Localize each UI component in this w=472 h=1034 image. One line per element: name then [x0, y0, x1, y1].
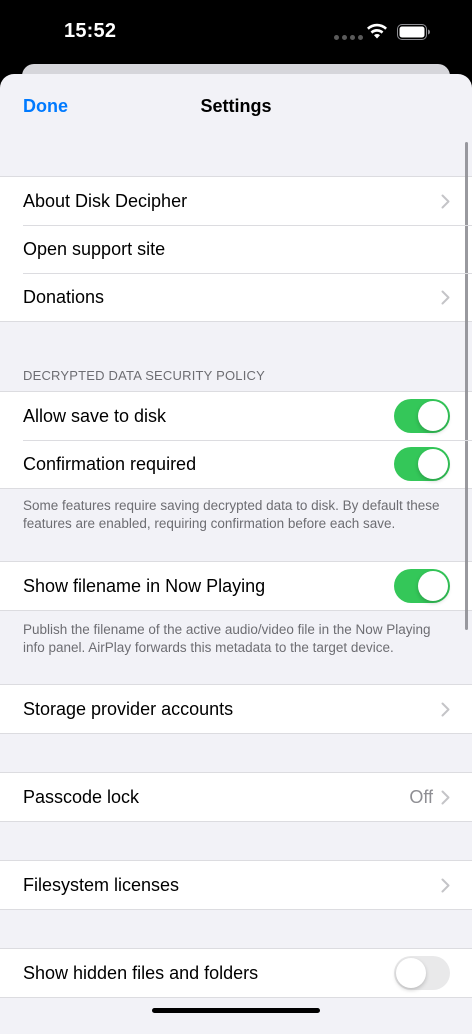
- about-label: About Disk Decipher: [23, 190, 188, 211]
- now-playing-toggle[interactable]: [394, 569, 450, 603]
- now-playing-row: Show filename in Now Playing: [0, 562, 472, 610]
- security-section-header: DECRYPTED DATA SECURITY POLICY: [23, 368, 265, 383]
- licenses-row[interactable]: Filesystem licenses: [0, 861, 472, 909]
- allow-save-toggle[interactable]: [394, 399, 450, 433]
- now-playing-label: Show filename in Now Playing: [23, 575, 266, 596]
- passcode-row[interactable]: Passcode lock Off: [0, 773, 472, 821]
- hidden-files-toggle[interactable]: [394, 956, 450, 990]
- hidden-files-row: Show hidden files and folders: [0, 949, 472, 997]
- confirmation-toggle[interactable]: [394, 447, 450, 481]
- chevron-right-icon: [441, 878, 450, 892]
- storage-row[interactable]: Storage provider accounts: [0, 685, 472, 733]
- passcode-value: Off: [409, 786, 433, 807]
- licenses-label: Filesystem licenses: [23, 874, 180, 895]
- donations-row[interactable]: Donations: [0, 273, 472, 321]
- storage-group: Storage provider accounts: [0, 684, 472, 734]
- hidden-files-group: Show hidden files and folders: [0, 948, 472, 998]
- donations-label: Donations: [23, 286, 105, 307]
- nav-bar: Done Settings: [0, 74, 472, 140]
- wifi-icon: [367, 23, 387, 39]
- support-row[interactable]: Open support site: [0, 225, 472, 273]
- status-bar: 15:52: [0, 0, 472, 64]
- chevron-right-icon: [441, 290, 450, 304]
- now-playing-footer: Publish the filename of the active audio…: [23, 622, 431, 655]
- passcode-group: Passcode lock Off: [0, 772, 472, 822]
- cellular-signal-icon: [334, 35, 363, 40]
- allow-save-label: Allow save to disk: [23, 405, 167, 426]
- confirmation-label: Confirmation required: [23, 453, 197, 474]
- chevron-right-icon: [441, 194, 450, 208]
- support-label: Open support site: [23, 238, 166, 259]
- settings-sheet: Done Settings About Disk Decipher Open s…: [0, 74, 472, 1034]
- home-indicator: [152, 1008, 320, 1013]
- licenses-group: Filesystem licenses: [0, 860, 472, 910]
- allow-save-row: Allow save to disk: [0, 392, 472, 440]
- about-row[interactable]: About Disk Decipher: [0, 177, 472, 225]
- now-playing-group: Show filename in Now Playing: [0, 561, 472, 611]
- info-group: About Disk Decipher Open support site Do…: [0, 176, 472, 322]
- chevron-right-icon: [441, 702, 450, 716]
- page-title: Settings: [200, 96, 272, 116]
- battery-icon: [397, 24, 430, 40]
- confirmation-row: Confirmation required: [0, 440, 472, 488]
- passcode-label: Passcode lock: [23, 786, 140, 807]
- chevron-right-icon: [441, 790, 450, 804]
- status-time: 15:52: [64, 20, 117, 42]
- storage-label: Storage provider accounts: [23, 698, 234, 719]
- hidden-files-label: Show hidden files and folders: [23, 962, 259, 983]
- security-section-footer: Some features require saving decrypted d…: [23, 498, 440, 531]
- security-group: Allow save to disk Confirmation required: [0, 391, 472, 489]
